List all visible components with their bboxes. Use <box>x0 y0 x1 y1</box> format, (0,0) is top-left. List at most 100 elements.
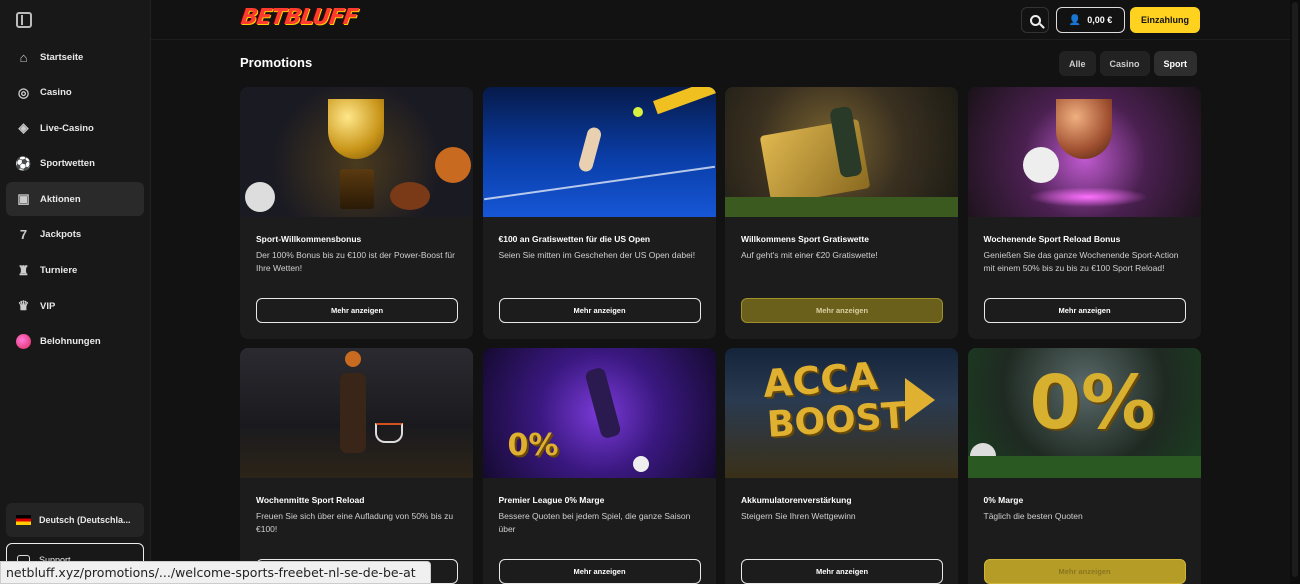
sidebar-item-label: Belohnungen <box>40 336 101 348</box>
promotion-image[interactable] <box>240 87 473 217</box>
promotion-image[interactable]: 0% <box>967 348 1201 478</box>
soccer-ball-icon: ⚽ <box>15 155 32 171</box>
promotion-description: Täglich die besten Quoten <box>983 511 1083 521</box>
promotion-filters: Alle Casino Sport <box>1059 51 1198 76</box>
sidebar-item-live-casino[interactable]: ◈ Live-Casino <box>6 111 144 145</box>
soccer-ball-art <box>1022 147 1059 183</box>
promotion-card[interactable]: Wochenmitte Sport Reload Freuen Sie sich … <box>240 348 473 584</box>
sidebar-item-label: Sportwetten <box>40 158 95 170</box>
deposit-button[interactable]: Einzahlung <box>1130 7 1200 33</box>
top-header: BETBLUFF 👤 0,00 € Einzahlung <box>151 0 1290 40</box>
pitch-art <box>967 456 1201 478</box>
crown-icon: ♛ <box>17 298 30 314</box>
basketball-art <box>435 147 471 183</box>
boost-text-art: BOOST <box>765 395 908 446</box>
show-more-button[interactable]: Mehr anzeigen <box>498 298 701 323</box>
sidebar-item-label: Aktionen <box>40 193 81 205</box>
basketball-art <box>345 351 361 367</box>
hoop-art <box>375 423 403 443</box>
sidebar-item-label: Jackpots <box>40 229 82 241</box>
app-root: ⌂ Startseite ◎ Casino ◈ Live-Casino ⚽ Sportwett… <box>0 0 1300 584</box>
pink-trophy-art <box>1055 99 1112 159</box>
promotion-image[interactable]: 0% <box>482 348 716 478</box>
promotion-card[interactable]: €100 an Gratiswetten für die US Open Seie… <box>482 87 716 339</box>
promotion-image[interactable] <box>967 87 1201 217</box>
language-selector[interactable]: Deutsch (Deutschla... <box>6 503 144 537</box>
live-casino-icon: ◈ <box>18 120 29 136</box>
promotion-title: Akkumulatorenverstärkung <box>741 495 852 505</box>
home-icon: ⌂ <box>19 49 28 65</box>
sidebar-item-label: Startseite <box>40 51 84 63</box>
promotion-image[interactable]: ACCA BOOST <box>725 348 958 478</box>
court-line-art <box>483 165 715 201</box>
link-status-bar: netbluff.xyz/promotions/.../welcome-spor… <box>0 561 431 584</box>
soccer-ball-art <box>632 456 649 472</box>
sidebar-item-sportwetten[interactable]: ⚽ Sportwetten <box>6 147 144 181</box>
brand-logo[interactable]: BETBLUFF <box>239 5 359 30</box>
casino-chip-icon: ◎ <box>17 84 30 100</box>
promotion-description: Freuen Sie sich über eine Aufladung von … <box>256 511 454 534</box>
sidebar-item-startseite[interactable]: ⌂ Startseite <box>6 40 144 74</box>
promotion-image[interactable] <box>482 87 716 217</box>
promotion-title: 0% Marge <box>983 495 1024 505</box>
filter-tab-casino[interactable]: Casino <box>1099 51 1150 76</box>
promotion-description: Steigern Sie Ihren Wettgewinn <box>741 511 856 521</box>
basketball-player-art <box>340 373 366 453</box>
promotion-card[interactable]: Sport-Willkommensbonus Der 100% Bonus bis… <box>240 87 473 339</box>
filter-tab-alle[interactable]: Alle <box>1059 51 1096 76</box>
gift-icon: ▣ <box>17 191 30 207</box>
sidebar-item-label: Turniere <box>40 265 78 277</box>
sidebar-item-jackpots[interactable]: 7 Jackpots <box>6 218 144 252</box>
sidebar-item-turniere[interactable]: ♜ Turniere <box>6 254 144 288</box>
trophy-icon: ♜ <box>17 262 30 278</box>
sidebar-item-casino[interactable]: ◎ Casino <box>6 76 144 110</box>
promotion-description: Seien Sie mitten im Geschehen der US Ope… <box>498 250 696 260</box>
promotion-description: Bessere Quoten bei jedem Spiel, die ganz… <box>498 511 691 534</box>
promotion-title: Wochenende Sport Reload Bonus <box>983 234 1121 244</box>
soccer-ball-art <box>245 182 275 212</box>
promotions-grid: Sport-Willkommensbonus Der 100% Bonus bis… <box>240 87 1201 584</box>
sidebar-item-label: Casino <box>40 87 72 99</box>
promotion-image[interactable] <box>240 348 473 478</box>
scrollbar-thumb[interactable] <box>1292 2 1298 577</box>
trophy-art <box>328 99 384 159</box>
show-more-button[interactable]: Mehr anzeigen <box>256 298 458 323</box>
show-more-button[interactable]: Mehr anzeigen <box>983 559 1186 584</box>
glow-art <box>1027 187 1148 207</box>
promotion-card[interactable]: ACCA BOOST Akkumulatorenverstärkung Steiger… <box>725 348 958 584</box>
show-more-button[interactable]: Mehr anzeigen <box>498 559 701 584</box>
show-more-button[interactable]: Mehr anzeigen <box>741 298 943 323</box>
german-flag-icon <box>16 515 31 525</box>
filter-tab-sport[interactable]: Sport <box>1153 51 1198 76</box>
promotion-description: Der 100% Bonus bis zu €100 ist der Power… <box>256 250 455 273</box>
language-label: Deutsch (Deutschla... <box>39 515 131 525</box>
sidebar-nav: ⌂ Startseite ◎ Casino ◈ Live-Casino ⚽ Sportwett… <box>6 40 144 360</box>
sidebar: ⌂ Startseite ◎ Casino ◈ Live-Casino ⚽ Sportwett… <box>0 0 151 584</box>
promotion-card[interactable]: 0% 0% Marge Täglich die besten Quoten Mehr … <box>967 348 1201 584</box>
sidebar-toggle-icon[interactable] <box>16 12 32 28</box>
promotion-description: Auf geht's mit einer €20 Gratiswette! <box>741 250 878 260</box>
balance-value: 0,00 € <box>1087 15 1113 25</box>
promotion-card[interactable]: Willkommens Sport Gratiswette Auf geht's … <box>725 87 958 339</box>
grass-art <box>725 197 958 217</box>
promotion-title: Sport-Willkommensbonus <box>256 234 362 244</box>
sidebar-item-aktionen[interactable]: ▣ Aktionen <box>6 182 144 217</box>
sidebar-item-label: VIP <box>40 300 56 312</box>
promotion-card[interactable]: 0% Premier League 0% Marge Bessere Quoten … <box>482 348 716 584</box>
promotion-title: €100 an Gratiswetten für die US Open <box>498 234 651 244</box>
search-icon <box>1029 14 1041 26</box>
promotion-image[interactable] <box>725 87 958 217</box>
trophy-base-art <box>340 169 374 209</box>
zero-percent-badge-art: 0% <box>507 428 559 463</box>
page-scrollbar[interactable] <box>1290 0 1300 584</box>
show-more-button[interactable]: Mehr anzeigen <box>741 559 943 584</box>
promotion-card[interactable]: Wochenende Sport Reload Bonus Genießen Si… <box>967 87 1201 339</box>
sidebar-item-belohnungen[interactable]: Belohnungen <box>6 325 144 359</box>
yellow-stripe-art <box>652 87 716 115</box>
balance-button[interactable]: 👤 0,00 € <box>1056 7 1125 33</box>
tennis-ball-art <box>632 107 643 117</box>
promotion-title: Wochenmitte Sport Reload <box>256 495 365 505</box>
sidebar-item-vip[interactable]: ♛ VIP <box>6 289 144 323</box>
show-more-button[interactable]: Mehr anzeigen <box>983 298 1186 323</box>
search-button[interactable] <box>1021 7 1049 33</box>
